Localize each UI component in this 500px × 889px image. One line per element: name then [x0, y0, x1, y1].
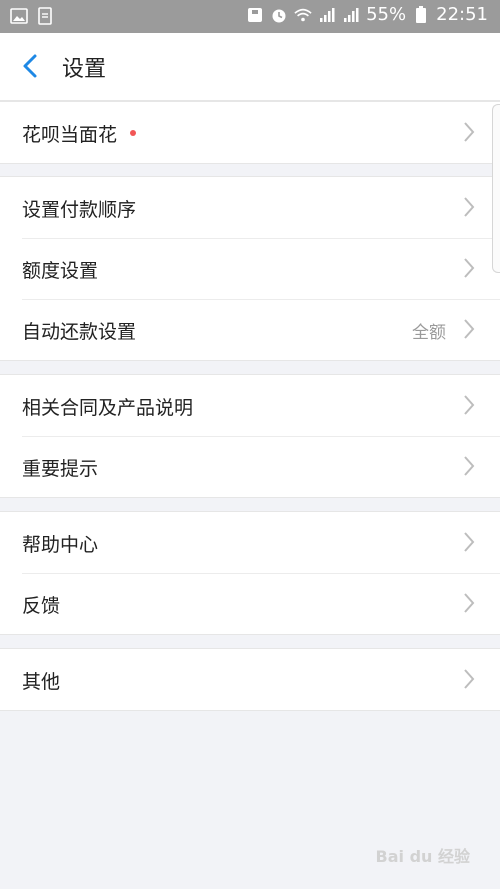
menu-item-limit-settings[interactable]: 额度设置	[0, 238, 500, 299]
chevron-right-icon	[464, 532, 475, 552]
gallery-notification-icon	[10, 8, 28, 24]
watermark: Bai du 经验	[375, 847, 470, 866]
menu-item-label: 设置付款顺序	[22, 199, 137, 221]
menu-item-feedback[interactable]: 反馈	[0, 573, 500, 634]
menu-item-important-notice[interactable]: 重要提示	[0, 436, 500, 497]
wifi-icon	[294, 8, 312, 21]
signal-4g-icon	[344, 7, 359, 22]
battery-icon	[416, 5, 427, 23]
badge-dot	[130, 130, 136, 136]
menu-item-contracts[interactable]: 相关合同及产品说明	[0, 375, 500, 436]
menu-item-label: 花呗当面花	[22, 124, 118, 146]
menu-item-label: 反馈	[22, 595, 61, 617]
menu-item-label: 额度设置	[22, 260, 99, 282]
battery-percent: 55%	[366, 4, 407, 25]
chevron-right-icon	[464, 122, 475, 142]
chevron-right-icon	[464, 593, 475, 613]
section-payment: 设置付款顺序 额度设置 自动还款设置 全额	[0, 176, 500, 361]
menu-item-label: 自动还款设置	[22, 321, 137, 343]
menu-item-auto-repay[interactable]: 自动还款设置 全额	[0, 299, 500, 360]
scrollbar[interactable]	[492, 104, 500, 273]
chevron-right-icon	[464, 258, 475, 278]
menu-item-payment-order[interactable]: 设置付款顺序	[0, 177, 500, 238]
alarm-icon	[272, 9, 286, 22]
menu-item-help-center[interactable]: 帮助中心	[0, 512, 500, 573]
menu-item-other[interactable]: 其他	[0, 649, 500, 710]
menu-item-label: 重要提示	[22, 458, 99, 480]
status-bar: 55% 22:51	[0, 0, 500, 33]
save-notification-icon	[248, 7, 263, 22]
section-help: 帮助中心 反馈	[0, 511, 500, 635]
chevron-right-icon	[464, 319, 475, 339]
chevron-right-icon	[464, 197, 475, 217]
back-arrow-icon[interactable]	[18, 53, 44, 79]
chevron-right-icon	[464, 669, 475, 689]
clock-time: 22:51	[436, 4, 488, 25]
section-contracts: 相关合同及产品说明 重要提示	[0, 374, 500, 498]
nav-header: 设置	[0, 33, 500, 101]
menu-item-label: 帮助中心	[22, 534, 99, 556]
page-title: 设置	[62, 57, 107, 82]
auto-repay-value: 全额	[412, 323, 446, 343]
menu-item-label: 其他	[22, 671, 61, 693]
chevron-right-icon	[464, 456, 475, 476]
document-notification-icon	[38, 7, 52, 25]
section-other: 其他	[0, 648, 500, 711]
section-huabei: 花呗当面花	[0, 101, 500, 164]
chevron-right-icon	[464, 395, 475, 415]
menu-item-label: 相关合同及产品说明	[22, 397, 194, 419]
signal-icon	[320, 7, 335, 22]
menu-item-huabei-dangmianhua[interactable]: 花呗当面花	[0, 102, 500, 163]
